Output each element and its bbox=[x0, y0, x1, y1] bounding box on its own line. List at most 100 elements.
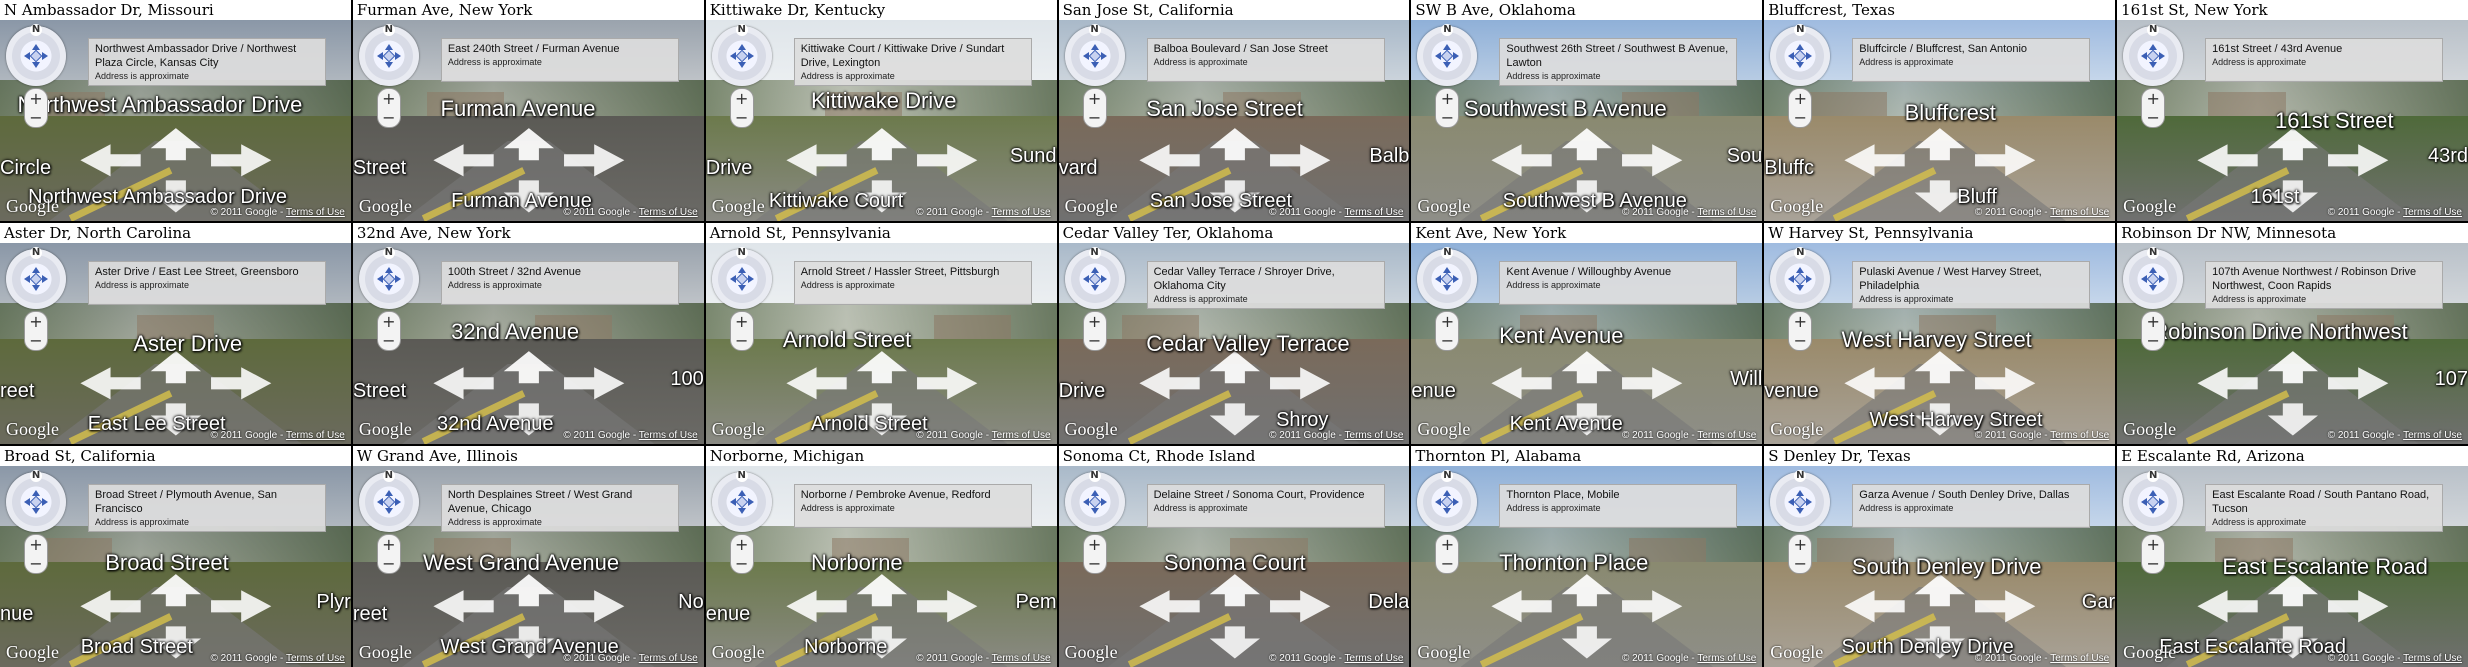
pan-up-icon[interactable] bbox=[384, 44, 393, 50]
nav-arrow-right[interactable] bbox=[211, 144, 272, 177]
terms-of-use-link[interactable]: Terms of Use bbox=[286, 207, 345, 218]
pan-arrows-icon[interactable] bbox=[375, 265, 403, 293]
streetview-panorama[interactable]: Cedar Valley Terrace Shroy Drive N + − C… bbox=[1058, 243, 1410, 444]
pan-control[interactable]: N + − bbox=[1417, 24, 1478, 128]
zoom-control[interactable]: + − bbox=[729, 534, 754, 574]
zoom-control[interactable]: + − bbox=[376, 88, 401, 128]
compass-icon[interactable]: N bbox=[1770, 24, 1831, 86]
streetview-panorama[interactable]: San Jose Street San Jose Street vard Bal… bbox=[1058, 20, 1410, 221]
pan-right-icon[interactable] bbox=[1453, 52, 1460, 60]
pan-arrows-icon[interactable] bbox=[1433, 265, 1461, 293]
pan-down-icon[interactable] bbox=[1090, 62, 1099, 68]
terms-of-use-link[interactable]: Terms of Use bbox=[1345, 207, 1404, 218]
zoom-in-button[interactable]: + bbox=[382, 90, 395, 106]
pan-left-icon[interactable] bbox=[1788, 52, 1795, 60]
pan-left-icon[interactable] bbox=[1082, 52, 1089, 60]
zoom-in-button[interactable]: + bbox=[1088, 90, 1101, 106]
pan-down-icon[interactable] bbox=[2149, 285, 2158, 291]
zoom-in-button[interactable]: + bbox=[2146, 313, 2159, 329]
pan-control[interactable]: N + − bbox=[2123, 470, 2184, 574]
pan-up-icon[interactable] bbox=[384, 267, 393, 273]
zoom-control[interactable]: + − bbox=[1788, 534, 1813, 574]
pan-arrows-icon[interactable] bbox=[1433, 488, 1461, 516]
terms-of-use-link[interactable]: Terms of Use bbox=[1697, 430, 1756, 441]
nav-arrow-right[interactable] bbox=[211, 590, 272, 623]
streetview-panorama[interactable]: West Grand Avenue West Grand Avenue reet… bbox=[352, 466, 704, 667]
nav-arrow-left[interactable] bbox=[786, 590, 847, 623]
pan-left-icon[interactable] bbox=[376, 52, 383, 60]
terms-of-use-link[interactable]: Terms of Use bbox=[286, 430, 345, 441]
pan-left-icon[interactable] bbox=[1435, 498, 1442, 506]
nav-arrow-left[interactable] bbox=[1138, 590, 1200, 623]
pan-left-icon[interactable] bbox=[376, 275, 383, 283]
zoom-in-button[interactable]: + bbox=[1088, 536, 1101, 552]
zoom-control[interactable]: + − bbox=[1082, 88, 1107, 128]
nav-arrow-right[interactable] bbox=[2328, 144, 2389, 177]
compass-icon[interactable]: N bbox=[1064, 247, 1125, 309]
nav-arrow-left[interactable] bbox=[1491, 367, 1553, 400]
zoom-control[interactable]: + − bbox=[2141, 88, 2166, 128]
streetview-panorama[interactable]: Kent Avenue Kent Avenue enue Will N + − … bbox=[1411, 243, 1763, 444]
terms-of-use-link[interactable]: Terms of Use bbox=[2050, 653, 2109, 664]
pan-control[interactable]: N + − bbox=[1064, 24, 1125, 128]
nav-arrow-forward[interactable] bbox=[1562, 574, 1613, 607]
pan-control[interactable]: N + − bbox=[1417, 247, 1478, 351]
zoom-in-button[interactable]: + bbox=[2146, 90, 2159, 106]
terms-of-use-link[interactable]: Terms of Use bbox=[992, 430, 1051, 441]
nav-arrow-left[interactable] bbox=[1844, 144, 1905, 177]
terms-of-use-link[interactable]: Terms of Use bbox=[639, 653, 698, 664]
nav-arrow-right[interactable] bbox=[916, 367, 978, 400]
compass-icon[interactable]: N bbox=[358, 24, 419, 86]
pan-right-icon[interactable] bbox=[1806, 498, 1813, 506]
nav-arrow-forward[interactable] bbox=[1562, 128, 1613, 161]
streetview-panorama[interactable]: Arnold Street Arnold Street N + − Arnold… bbox=[705, 243, 1057, 444]
compass-icon[interactable]: N bbox=[711, 470, 772, 532]
nav-arrow-left[interactable] bbox=[2197, 144, 2258, 177]
terms-of-use-link[interactable]: Terms of Use bbox=[1345, 430, 1404, 441]
zoom-out-button[interactable]: − bbox=[29, 109, 42, 125]
compass-icon[interactable]: N bbox=[1417, 24, 1478, 86]
nav-arrow-left[interactable] bbox=[1491, 590, 1553, 623]
zoom-out-button[interactable]: − bbox=[1441, 555, 1454, 571]
nav-arrow-right[interactable] bbox=[2328, 367, 2389, 400]
pan-up-icon[interactable] bbox=[2149, 490, 2158, 496]
pan-control[interactable]: N + − bbox=[711, 470, 772, 574]
zoom-in-button[interactable]: + bbox=[735, 536, 748, 552]
pan-control[interactable]: N + − bbox=[1770, 247, 1831, 351]
compass-icon[interactable]: N bbox=[2123, 470, 2184, 532]
nav-arrow-right[interactable] bbox=[1269, 144, 1330, 177]
pan-up-icon[interactable] bbox=[2149, 267, 2158, 273]
pan-control[interactable]: N + − bbox=[711, 24, 772, 128]
nav-arrow-forward[interactable] bbox=[503, 574, 554, 607]
pan-right-icon[interactable] bbox=[1806, 52, 1813, 60]
pan-right-icon[interactable] bbox=[1806, 275, 1813, 283]
nav-arrow-forward[interactable] bbox=[150, 574, 201, 607]
streetview-panorama[interactable]: East Escalante Road East Escalante Road … bbox=[2117, 466, 2468, 667]
pan-up-icon[interactable] bbox=[1796, 44, 1805, 50]
nav-arrow-forward[interactable] bbox=[856, 574, 907, 607]
compass-icon[interactable]: N bbox=[711, 247, 772, 309]
pan-up-icon[interactable] bbox=[1443, 44, 1452, 50]
nav-arrow-left[interactable] bbox=[786, 367, 847, 400]
nav-arrow-left[interactable] bbox=[1138, 367, 1200, 400]
pan-arrows-icon[interactable] bbox=[1786, 488, 1814, 516]
pan-up-icon[interactable] bbox=[32, 44, 40, 50]
pan-up-icon[interactable] bbox=[737, 44, 746, 50]
compass-icon[interactable]: N bbox=[1417, 247, 1478, 309]
compass-icon[interactable]: N bbox=[1770, 247, 1831, 309]
pan-left-icon[interactable] bbox=[1082, 275, 1089, 283]
terms-of-use-link[interactable]: Terms of Use bbox=[1345, 653, 1404, 664]
nav-arrow-right[interactable] bbox=[563, 590, 625, 623]
nav-arrow-left[interactable] bbox=[80, 367, 141, 400]
pan-down-icon[interactable] bbox=[384, 285, 393, 291]
terms-of-use-link[interactable]: Terms of Use bbox=[639, 430, 698, 441]
pan-left-icon[interactable] bbox=[729, 52, 736, 60]
compass-icon[interactable]: N bbox=[2123, 247, 2184, 309]
pan-right-icon[interactable] bbox=[2159, 52, 2166, 60]
pan-left-icon[interactable] bbox=[2141, 498, 2148, 506]
terms-of-use-link[interactable]: Terms of Use bbox=[2403, 430, 2462, 441]
nav-arrow-forward[interactable] bbox=[1562, 351, 1613, 384]
nav-arrow-back[interactable] bbox=[1209, 403, 1260, 436]
pan-arrows-icon[interactable] bbox=[728, 42, 756, 70]
pan-right-icon[interactable] bbox=[394, 52, 401, 60]
